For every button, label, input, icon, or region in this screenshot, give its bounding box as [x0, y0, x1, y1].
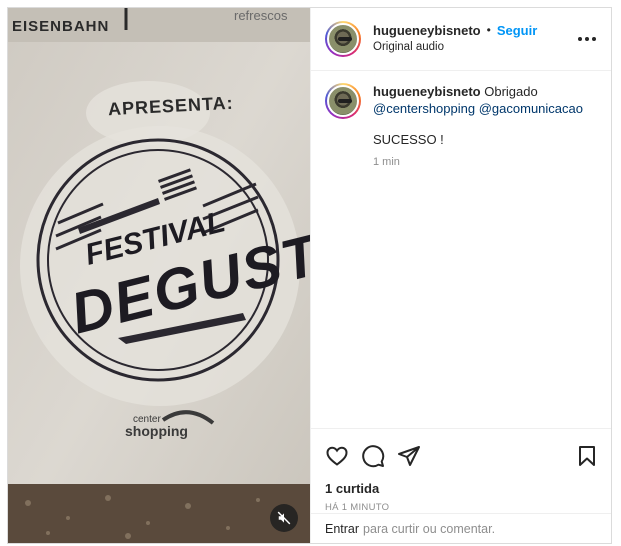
more-horizontal-icon	[578, 37, 596, 41]
comment-login-prompt: Entrar para curtir ou comentar.	[311, 513, 611, 543]
save-button[interactable]	[575, 444, 599, 468]
heart-icon	[326, 446, 348, 466]
avatar[interactable]	[325, 21, 361, 57]
share-icon	[398, 446, 420, 466]
like-button[interactable]	[325, 444, 349, 468]
share-button[interactable]	[397, 444, 421, 468]
bag-brand-text: EISENBAHN	[12, 18, 110, 35]
likes-count[interactable]: 1 curtida	[325, 481, 599, 496]
bag-top-right-text: refrescos	[234, 8, 288, 23]
header-username[interactable]: hugueneybisneto	[373, 23, 481, 39]
comment-button[interactable]	[361, 444, 385, 468]
bookmark-icon	[579, 446, 595, 466]
more-options-button[interactable]	[575, 27, 599, 51]
mention-link[interactable]: @gacomunicacao	[479, 101, 583, 116]
comment-icon	[362, 445, 385, 468]
speaker-muted-icon	[277, 511, 291, 525]
post-dialog: EISENBAHN refrescos APRESENTA: FESTIVAL …	[7, 7, 612, 544]
comments-section: hugueneybisneto Obrigado @centershopping…	[311, 71, 611, 427]
caption-text: Obrigado	[484, 84, 538, 99]
caption: hugueneybisneto Obrigado @centershopping…	[325, 83, 597, 171]
audio-label[interactable]: Original audio	[373, 41, 575, 55]
caption-username[interactable]: hugueneybisneto	[373, 84, 481, 99]
actions-section: 1 curtida HÁ 1 MINUTO	[311, 428, 611, 513]
mute-button[interactable]	[270, 504, 298, 532]
mall-logo-bottom: shopping	[125, 423, 188, 439]
follow-button[interactable]: Seguir	[497, 23, 537, 39]
post-side-panel: hugueneybisneto • Seguir Original audio …	[310, 8, 611, 543]
login-link[interactable]: Entrar	[325, 522, 359, 536]
post-header: hugueneybisneto • Seguir Original audio	[311, 8, 611, 71]
mention-link[interactable]: @centershopping	[373, 101, 475, 116]
caption-extra-text: SUCESSO !	[373, 132, 444, 147]
caption-avatar[interactable]	[325, 83, 361, 119]
post-video[interactable]: EISENBAHN refrescos APRESENTA: FESTIVAL …	[8, 8, 310, 543]
caption-time[interactable]: 1 min	[373, 154, 583, 171]
login-prompt-text: para curtir ou comentar.	[363, 521, 496, 536]
post-time[interactable]: HÁ 1 MINUTO	[325, 502, 599, 513]
separator-dot: •	[486, 23, 491, 38]
